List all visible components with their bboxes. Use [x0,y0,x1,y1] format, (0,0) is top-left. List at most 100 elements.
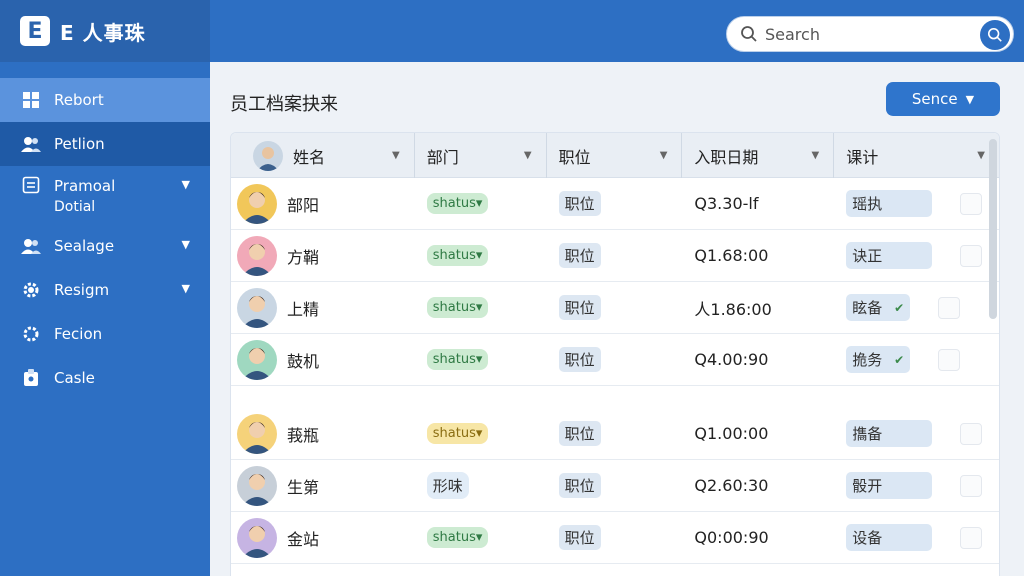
employee-table: 姓名 ▼ 部门 ▼ 职位 ▼ 入职日期 ▼ 课计 ▼ 部阳 shatus▾ 职位 Q3… [230,132,1000,576]
row-checkbox[interactable] [960,526,983,549]
column-header-dept[interactable]: 部门 ▼ [415,133,547,178]
status-badge[interactable]: shatus▾ [426,349,489,370]
note-badge[interactable]: 诀正 [846,242,933,269]
hire-date: Q3.30-lf [694,194,759,213]
check-icon: ✔ [894,300,905,315]
table-row[interactable]: 上精 shatus▾ 职位 人1.86:00 眩备 ✔ [231,282,999,334]
status-badge-label: shatus [432,248,476,263]
table-row[interactable]: 生第 形味 职位 Q2.60:30 骰开 [231,460,999,512]
table-row[interactable]: 莪瓶 shatus▾ 职位 Q1.00:00 㩦备 [231,408,999,460]
sidebar-item-fecion[interactable]: Fecion [0,312,210,356]
employee-avatar [237,183,277,224]
status-badge[interactable]: shatus▾ [426,193,489,214]
status-badge-label: shatus [432,196,476,211]
column-header-note[interactable]: 课计 ▼ [834,133,999,178]
cell-name: 上精 [231,282,415,333]
row-checkbox[interactable] [960,474,983,497]
cell-dept: shatus▾ [415,178,547,229]
employee-avatar [237,287,277,328]
status-badge[interactable]: shatus▾ [426,297,489,318]
id-card-icon [20,369,42,387]
position-badge: 职位 [558,421,601,446]
chevron-down-icon[interactable]: ▼ [182,178,190,191]
header-label: 职位 [558,147,591,167]
header-label: 课计 [846,147,879,167]
employee-avatar [237,413,277,454]
column-header-date[interactable]: 入职日期 ▼ [682,133,835,178]
main-content: 员工档案抉来 Sence ▼ 姓名 ▼ 部门 ▼ 职位 ▼ 入职日期 ▼ 课计 … [210,62,1024,576]
status-badge[interactable]: shatus▾ [426,423,489,444]
sidebar-item-label: Petlion [54,135,105,153]
cell-name: 部阳 [231,178,415,229]
employee-name[interactable]: 金站 [287,526,319,550]
search-box[interactable] [726,16,1014,52]
hire-date: Q1.68:00 [694,246,769,265]
position-badge: 职位 [558,191,601,216]
row-checkbox[interactable] [960,192,983,215]
action-button-label: Sence [911,90,958,108]
cell-date: Q4.00:90 [682,334,834,385]
action-dropdown-button[interactable]: Sence ▼ [886,82,1000,116]
column-header-name[interactable]: 姓名 ▼ [231,133,415,178]
employee-name[interactable]: 部阳 [287,192,319,216]
row-checkbox[interactable] [938,348,961,371]
cell-note: 骰开 [834,460,999,511]
status-badge[interactable]: shatus▾ [426,245,489,266]
table-scrollbar[interactable] [989,139,997,319]
sort-caret-icon[interactable]: ▼ [660,150,668,161]
cell-note: 瑶执 [834,178,999,229]
search-icon [739,24,759,44]
cell-name: 方鞘 [231,230,415,281]
sidebar-item-label: Pramoal [54,177,116,195]
employee-name[interactable]: 莪瓶 [287,422,319,446]
table-row[interactable]: 鼓机 shatus▾ 职位 Q4.00:90 㧪务 ✔ [231,334,999,386]
sidebar-item-label-group: Pramoal Dotial [54,176,115,218]
note-badge[interactable]: 眩备 ✔ [846,294,911,321]
sidebar-item-pramoal[interactable]: Pramoal Dotial ▼ [0,166,210,224]
sidebar-item-sealage[interactable]: Sealage ▼ [0,224,210,268]
cell-dept: shatus▾ [415,408,547,459]
status-badge[interactable]: shatus▾ [426,527,489,548]
employee-name[interactable]: 生第 [287,474,319,498]
chevron-down-icon[interactable]: ▼ [182,282,190,295]
sidebar-item-report[interactable]: Rebort [0,78,210,122]
table-row[interactable]: 金站 shatus▾ 职位 Q0:00:90 设备 [231,512,999,564]
note-badge[interactable]: 㩦备 [846,420,933,447]
check-icon: ✔ [894,352,905,367]
cell-position: 职位 [547,334,683,385]
sort-caret-icon[interactable]: ▼ [524,150,532,161]
column-header-position[interactable]: 职位 ▼ [547,133,683,178]
note-badge[interactable]: 设备 [846,524,933,551]
header-label: 部门 [426,147,459,167]
employee-avatar [237,235,277,276]
table-row[interactable]: 方鞘 shatus▾ 职位 Q1.68:00 诀正 [231,230,999,282]
note-badge[interactable]: 骰开 [846,472,933,499]
note-label: 㩦备 [852,425,883,443]
sort-caret-icon[interactable]: ▼ [812,150,820,161]
table-row[interactable]: 部阳 shatus▾ 职位 Q3.30-lf 瑶执 [231,178,999,230]
chevron-down-icon[interactable]: ▼ [182,238,190,251]
row-checkbox[interactable] [960,244,983,267]
employee-name[interactable]: 方鞘 [287,244,319,268]
brand[interactable]: E E 人事珠 [0,0,210,62]
employee-name[interactable]: 上精 [287,296,319,320]
status-badge-label: shatus [432,530,476,545]
search-input[interactable] [765,24,965,44]
row-checkbox[interactable] [960,422,983,445]
sort-caret-icon[interactable]: ▼ [977,150,985,161]
sidebar-item-resign[interactable]: Resigm ▼ [0,268,210,312]
row-checkbox[interactable] [938,296,961,319]
status-badge[interactable]: 形味 [426,472,469,499]
app-logo: E [20,16,50,46]
cell-date: Q1.68:00 [682,230,834,281]
search-button[interactable] [980,20,1010,50]
note-badge[interactable]: 㧪务 ✔ [846,346,911,373]
note-label: 眩备 [852,299,883,317]
sidebar-item-petion[interactable]: Petlion [0,122,210,166]
employee-name[interactable]: 鼓机 [287,348,319,372]
note-badge[interactable]: 瑶执 [846,190,933,217]
sort-caret-icon[interactable]: ▼ [392,150,400,161]
employee-avatar [237,465,277,506]
cell-date: Q3.30-lf [682,178,834,229]
sidebar-item-casle[interactable]: Casle [0,356,210,400]
